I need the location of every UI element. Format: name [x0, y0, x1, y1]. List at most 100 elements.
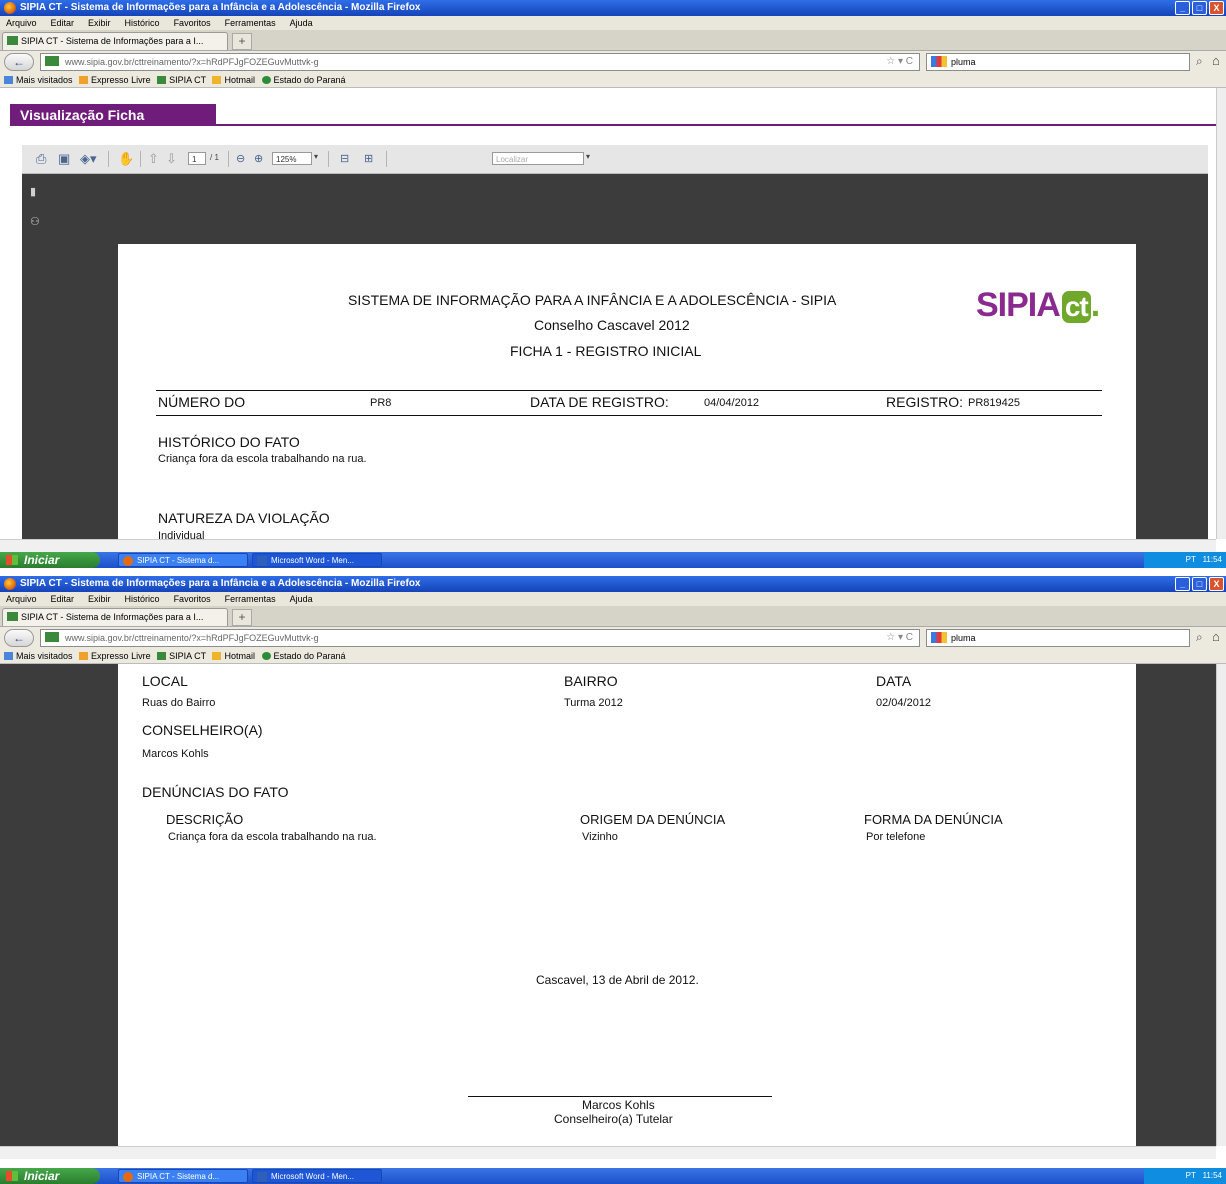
- historico-label: HISTÓRICO DO FATO: [158, 434, 300, 450]
- bookmark-expresso-livre[interactable]: Expresso Livre: [79, 651, 151, 661]
- hand-tool-icon[interactable]: ✋: [118, 151, 134, 167]
- menu-ajuda[interactable]: Ajuda: [290, 594, 313, 604]
- maximize-button[interactable]: □: [1192, 577, 1207, 591]
- zoom-in-icon[interactable]: ⊕: [254, 151, 263, 167]
- taskbar-firefox[interactable]: SIPIA CT - Sistema d...: [118, 553, 248, 567]
- tab-label: SIPIA CT - Sistema de Informações para a…: [21, 612, 204, 622]
- zoom-out-icon[interactable]: ⊖: [236, 151, 245, 167]
- vertical-scrollbar[interactable]: [1216, 88, 1226, 539]
- menu-favoritos[interactable]: Favoritos: [174, 18, 211, 28]
- menu-arquivo[interactable]: Arquivo: [6, 18, 37, 28]
- bookmark-hotmail[interactable]: Hotmail: [212, 651, 255, 661]
- bookmark-expresso-livre[interactable]: Expresso Livre: [79, 75, 151, 85]
- fit-width-icon[interactable]: ⊟: [340, 151, 349, 167]
- search-bar[interactable]: pluma: [926, 53, 1190, 71]
- menu-exibir[interactable]: Exibir: [88, 18, 111, 28]
- screenshot-top: SIPIA CT - Sistema de Informações para a…: [0, 0, 1226, 592]
- menu-historico[interactable]: Histórico: [125, 18, 160, 28]
- firefox-icon: [123, 556, 133, 566]
- menu-editar[interactable]: Editar: [51, 594, 75, 604]
- new-tab-button[interactable]: +: [232, 609, 252, 626]
- vertical-scrollbar[interactable]: [1216, 664, 1226, 1146]
- new-tab-button[interactable]: +: [232, 33, 252, 50]
- tab-sipia[interactable]: SIPIA CT - Sistema de Informações para a…: [2, 608, 228, 626]
- search-engine-icon[interactable]: [931, 632, 947, 643]
- menu-ajuda[interactable]: Ajuda: [290, 18, 313, 28]
- local-value: Ruas do Bairro: [142, 697, 216, 709]
- origem-label: ORIGEM DA DENÚNCIA: [580, 812, 726, 827]
- horizontal-scrollbar[interactable]: [0, 1146, 1216, 1159]
- tab-label: SIPIA CT - Sistema de Informações para a…: [21, 36, 204, 46]
- clock: 11:54: [1202, 1171, 1222, 1180]
- print-icon[interactable]: ⎙: [36, 151, 46, 167]
- prev-page-icon[interactable]: ⇧: [148, 151, 159, 167]
- home-icon[interactable]: ⌂: [1212, 629, 1220, 644]
- doc-header-ficha: FICHA 1 - REGISTRO INICIAL: [510, 343, 702, 359]
- language-indicator[interactable]: PT: [1186, 555, 1196, 564]
- bookmark-sipia-ct[interactable]: SIPIA CT: [157, 651, 206, 661]
- pages-icon[interactable]: ▮: [30, 186, 42, 198]
- taskbar-firefox[interactable]: SIPIA CT - Sistema d...: [118, 1169, 248, 1183]
- menu-exibir[interactable]: Exibir: [88, 594, 111, 604]
- star-icon[interactable]: ☆ ▾ C: [886, 54, 913, 70]
- url-bar[interactable]: www.sipia.gov.br/cttreinamento/?x=hRdPFJ…: [40, 629, 920, 647]
- start-button[interactable]: Iniciar: [0, 552, 100, 568]
- bairro-label: BAIRRO: [564, 673, 618, 689]
- page-number-input[interactable]: 1: [188, 152, 206, 165]
- back-arrow-icon[interactable]: ←: [4, 629, 34, 647]
- menu-arquivo[interactable]: Arquivo: [6, 594, 37, 604]
- magnifier-icon[interactable]: ⌕: [1196, 54, 1203, 69]
- word-icon: [257, 556, 267, 566]
- bookmark-estado-parana[interactable]: Estado do Paraná: [261, 651, 346, 661]
- tab-sipia[interactable]: SIPIA CT - Sistema de Informações para a…: [2, 32, 228, 50]
- menu-ferramentas[interactable]: Ferramentas: [225, 594, 276, 604]
- bookmark-icon: [79, 76, 89, 84]
- star-icon[interactable]: ☆ ▾ C: [886, 630, 913, 646]
- page-content: Visualização Ficha ⎙ ▣ ◈▾ ✋ ⇧ ⇩ 1 / 1 ⊖ …: [0, 88, 1216, 592]
- menu-favoritos[interactable]: Favoritos: [174, 594, 211, 604]
- bookmark-icon: [157, 652, 167, 660]
- close-button[interactable]: X: [1209, 1, 1224, 15]
- zoom-dropdown-icon[interactable]: ▾: [314, 152, 318, 161]
- firefox-icon: [123, 1172, 133, 1182]
- search-bar[interactable]: pluma: [926, 629, 1190, 647]
- natureza-label: NATUREZA DA VIOLAÇÃO: [158, 510, 330, 526]
- find-dropdown-icon[interactable]: ▾: [586, 152, 590, 161]
- fit-page-icon[interactable]: ⊞: [364, 151, 373, 167]
- registro-value: PR819425: [968, 397, 1020, 409]
- save-icon[interactable]: ▣: [58, 151, 70, 167]
- next-page-icon[interactable]: ⇩: [166, 151, 177, 167]
- horizontal-scrollbar[interactable]: [0, 539, 1216, 552]
- close-button[interactable]: X: [1209, 577, 1224, 591]
- menu-editar[interactable]: Editar: [51, 18, 75, 28]
- registro-label: REGISTRO:: [886, 394, 964, 410]
- taskbar-word[interactable]: Microsoft Word - Men...: [252, 553, 382, 567]
- minimize-button[interactable]: _: [1175, 577, 1190, 591]
- menu-historico[interactable]: Histórico: [125, 594, 160, 604]
- find-input[interactable]: Localizar: [492, 152, 584, 165]
- menu-ferramentas[interactable]: Ferramentas: [225, 18, 276, 28]
- bookmark-hotmail[interactable]: Hotmail: [212, 75, 255, 85]
- magnifier-icon[interactable]: ⌕: [1196, 630, 1203, 645]
- bookmark-mais-visitados[interactable]: Mais visitados: [4, 75, 73, 85]
- url-bar[interactable]: www.sipia.gov.br/cttreinamento/?x=hRdPFJ…: [40, 53, 920, 71]
- binoculars-icon[interactable]: ⚇: [30, 216, 42, 228]
- bookmark-estado-parana[interactable]: Estado do Paraná: [261, 75, 346, 85]
- zoom-select[interactable]: 125%: [272, 152, 312, 165]
- start-button[interactable]: Iniciar: [0, 1168, 100, 1184]
- windows-flag-icon: [6, 1171, 18, 1181]
- bookmark-sipia-ct[interactable]: SIPIA CT: [157, 75, 206, 85]
- maximize-button[interactable]: □: [1192, 1, 1207, 15]
- language-indicator[interactable]: PT: [1186, 1171, 1196, 1180]
- bookmark-mais-visitados[interactable]: Mais visitados: [4, 651, 73, 661]
- share-icon[interactable]: ◈▾: [80, 151, 97, 167]
- bairro-value: Turma 2012: [564, 697, 623, 709]
- search-engine-icon[interactable]: [931, 56, 947, 67]
- bookmark-icon: [261, 76, 271, 84]
- back-arrow-icon[interactable]: ←: [4, 53, 34, 71]
- url-text: www.sipia.gov.br/cttreinamento/?x=hRdPFJ…: [65, 57, 319, 67]
- numero-label: NÚMERO DO: [158, 394, 246, 410]
- taskbar-word[interactable]: Microsoft Word - Men...: [252, 1169, 382, 1183]
- home-icon[interactable]: ⌂: [1212, 53, 1220, 68]
- minimize-button[interactable]: _: [1175, 1, 1190, 15]
